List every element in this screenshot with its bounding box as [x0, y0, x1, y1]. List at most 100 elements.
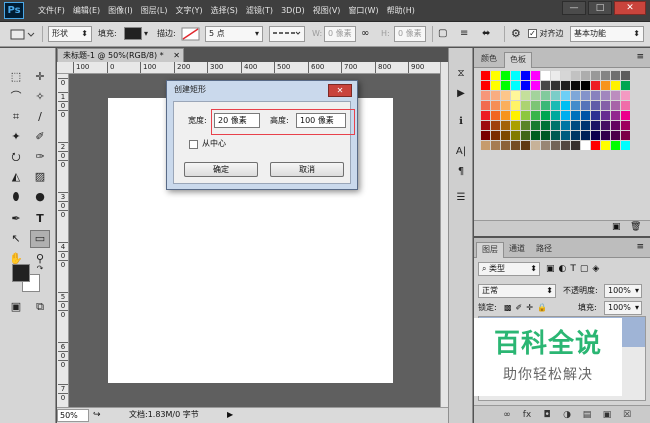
quick-mask-icon[interactable]: ▣ — [6, 298, 26, 316]
color-swatch[interactable] — [491, 91, 500, 100]
color-swatch[interactable] — [571, 131, 580, 140]
color-swatch[interactable] — [541, 101, 550, 110]
crop-tool-icon[interactable]: ⌗ — [6, 108, 26, 126]
layer-mask-icon[interactable]: ◘ — [540, 408, 554, 422]
color-swatch[interactable] — [621, 101, 630, 110]
path-operations-icon[interactable]: ▢ — [438, 26, 447, 42]
menu-window[interactable]: 窗口(W) — [344, 0, 382, 22]
color-swatch[interactable] — [521, 81, 530, 90]
gradient-tool-icon[interactable]: ▨ — [30, 168, 50, 186]
menu-help[interactable]: 帮助(H) — [383, 0, 419, 22]
color-swatch[interactable] — [621, 121, 630, 130]
color-swatch[interactable] — [591, 101, 600, 110]
color-swatch[interactable] — [561, 121, 570, 130]
color-swatch[interactable] — [581, 111, 590, 120]
color-swatch[interactable] — [581, 141, 590, 150]
color-swatch[interactable] — [571, 141, 580, 150]
path-arrangement-icon[interactable]: ⬌ — [482, 26, 490, 42]
color-swatch[interactable] — [571, 101, 580, 110]
color-swatch[interactable] — [501, 71, 510, 80]
color-swatch[interactable] — [561, 141, 570, 150]
menu-layer[interactable]: 图层(L) — [137, 0, 172, 22]
color-swatch[interactable] — [541, 111, 550, 120]
type-tool-icon[interactable]: T — [30, 210, 50, 228]
color-swatch[interactable] — [541, 131, 550, 140]
color-swatch[interactable] — [501, 81, 510, 90]
color-swatch[interactable] — [481, 71, 490, 80]
color-swatch[interactable] — [601, 91, 610, 100]
color-swatch[interactable] — [601, 141, 610, 150]
color-swatch[interactable] — [551, 111, 560, 120]
color-swatch[interactable] — [501, 91, 510, 100]
color-swatch[interactable] — [611, 121, 620, 130]
info-icon[interactable]: ℹ — [452, 114, 470, 130]
color-swatch[interactable] — [551, 141, 560, 150]
maximize-button[interactable]: □ — [588, 1, 612, 15]
stroke-color-picker[interactable] — [181, 26, 201, 42]
align-edges-option[interactable]: ✓ 对齐边 — [528, 26, 564, 42]
menu-image[interactable]: 图像(I) — [104, 0, 137, 22]
color-swatch[interactable] — [531, 141, 540, 150]
height-input[interactable]: 100 像素 — [296, 113, 346, 128]
color-swatch[interactable] — [611, 101, 620, 110]
adjustment-layer-icon[interactable]: ◑ — [560, 408, 574, 422]
menu-type[interactable]: 文字(Y) — [171, 0, 206, 22]
color-swatch[interactable] — [481, 91, 490, 100]
color-swatch[interactable] — [611, 81, 620, 90]
color-swatch[interactable] — [531, 111, 540, 120]
color-swatch[interactable] — [491, 101, 500, 110]
color-swatch[interactable] — [571, 81, 580, 90]
tab-layers[interactable]: 图层 — [476, 242, 504, 258]
color-swatch[interactable] — [561, 101, 570, 110]
zoom-field[interactable]: 50% — [57, 409, 89, 422]
fill-color-picker[interactable]: ▾ — [124, 26, 152, 42]
menu-filter[interactable]: 滤镜(T) — [242, 0, 277, 22]
color-swatch[interactable] — [611, 91, 620, 100]
close-icon[interactable]: ✕ — [173, 49, 180, 62]
document-tab[interactable]: 未标题-1 @ 50%(RGB/8) * ✕ — [57, 48, 184, 62]
rectangle-tool-icon[interactable]: ▭ — [30, 230, 50, 248]
color-swatch[interactable] — [511, 71, 520, 80]
color-swatch[interactable] — [601, 81, 610, 90]
color-swatch[interactable] — [511, 141, 520, 150]
marquee-tool-icon[interactable]: ⬚ — [6, 68, 26, 86]
color-swatch[interactable] — [551, 101, 560, 110]
trash-icon[interactable]: 🗑 — [630, 222, 641, 232]
color-swatch[interactable] — [501, 121, 510, 130]
color-swatch[interactable] — [511, 131, 520, 140]
color-swatch[interactable] — [521, 91, 530, 100]
color-swatch[interactable] — [491, 81, 500, 90]
path-alignment-icon[interactable]: ≡ — [460, 26, 468, 42]
color-swatch[interactable] — [521, 121, 530, 130]
menu-select[interactable]: 选择(S) — [207, 0, 242, 22]
color-swatch[interactable] — [521, 71, 530, 80]
panel-menu-icon[interactable]: ≡ — [636, 52, 644, 62]
color-swatch[interactable] — [581, 131, 590, 140]
color-swatch[interactable] — [601, 101, 610, 110]
character-icon[interactable]: A| — [452, 144, 470, 160]
color-swatch[interactable] — [541, 71, 550, 80]
lasso-tool-icon[interactable]: ⌒ — [6, 88, 26, 106]
color-swatch[interactable] — [591, 131, 600, 140]
color-swatch[interactable] — [501, 111, 510, 120]
color-swatch[interactable] — [501, 141, 510, 150]
color-swatch[interactable] — [591, 121, 600, 130]
paragraph-icon[interactable]: ¶ — [452, 164, 470, 180]
color-swatch[interactable] — [621, 131, 630, 140]
color-swatch[interactable] — [591, 91, 600, 100]
color-swatch[interactable] — [591, 71, 600, 80]
color-swatch[interactable] — [491, 141, 500, 150]
color-swatch[interactable] — [601, 111, 610, 120]
color-swatch[interactable] — [621, 141, 630, 150]
color-swatch[interactable] — [621, 81, 630, 90]
color-swatch[interactable] — [621, 71, 630, 80]
color-swatch[interactable] — [491, 111, 500, 120]
from-center-checkbox[interactable] — [189, 140, 198, 149]
color-swatch[interactable] — [531, 81, 540, 90]
workspace-select[interactable]: 基本功能 ⬍ — [570, 26, 644, 42]
clone-stamp-icon[interactable]: ⭮ — [6, 148, 26, 166]
share-icon[interactable]: ↪ — [93, 408, 101, 422]
color-swatch[interactable] — [541, 141, 550, 150]
color-swatch[interactable] — [511, 111, 520, 120]
color-swatch[interactable] — [621, 91, 630, 100]
